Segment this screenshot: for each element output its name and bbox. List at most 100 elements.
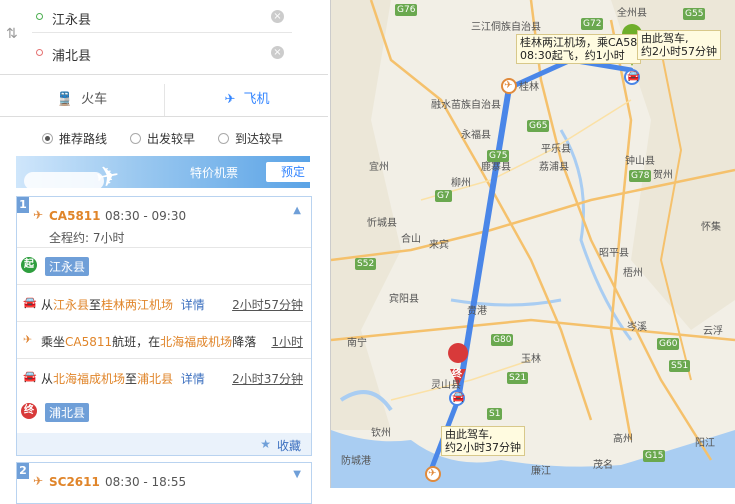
place-label: 合山 (401, 234, 421, 245)
road-shield: S52 (355, 258, 377, 270)
transport-tabs: 🚆 火车 ✈ 飞机 (0, 84, 328, 117)
swap-icon[interactable]: ⇅ (6, 26, 18, 42)
road-shield: S51 (669, 360, 691, 372)
book-button[interactable]: 预定 (266, 162, 310, 182)
option-early-departure[interactable]: 出发较早 (130, 130, 195, 147)
place-label: 宜州 (369, 162, 389, 173)
callout-line: 由此驾车, (641, 32, 689, 45)
place-label: 怀集 (701, 222, 721, 233)
expand-icon[interactable]: ▼ (293, 469, 301, 480)
place-label: 茂名 (593, 460, 613, 471)
step-duration[interactable]: 2小时57分钟 (232, 296, 303, 313)
road-shield: G78 (629, 170, 652, 182)
place-label: 宾阳县 (389, 294, 419, 305)
radio-icon (130, 133, 141, 144)
tab-plane-label: 飞机 (243, 92, 270, 107)
plane-icon: ✈ (33, 208, 44, 222)
place-label: 玉林 (521, 354, 541, 365)
total-duration: 全程约: 7小时 (49, 231, 125, 245)
origin-text: 江永县 (52, 13, 92, 28)
flight-time: 08:30 - 09:30 (105, 209, 187, 223)
option-label: 推荐路线 (59, 132, 108, 146)
place-label: 防城港 (341, 456, 371, 467)
flight-number: CA5811 (49, 209, 101, 223)
tab-plane[interactable]: ✈ 飞机 (165, 84, 329, 116)
road-shield: G76 (395, 4, 418, 16)
car-icon[interactable]: 🚘 (452, 392, 464, 403)
place-label: 平乐县 (541, 144, 571, 155)
origin-field[interactable]: 江永县 × (32, 2, 292, 33)
radio-icon (218, 133, 229, 144)
place-label: 柳州 (451, 178, 471, 189)
car-icon[interactable]: 🚘 (627, 71, 639, 82)
airplane-image-icon: ✈ (93, 158, 123, 188)
detail-link[interactable]: 详情 (181, 298, 205, 312)
place-label: 永福县 (461, 130, 491, 141)
radio-icon (42, 133, 53, 144)
detail-link[interactable]: 详情 (181, 372, 205, 386)
sort-options: 推荐路线 出发较早 到达较早 (0, 124, 328, 150)
option-early-arrival[interactable]: 到达较早 (218, 130, 283, 147)
route-panel: ⇅ 江永县 × 浦北县 × 🚆 火车 ✈ 飞机 推荐路线 出发较早 到达较早 ✈ 特… (0, 0, 331, 504)
place-label: 钟山县 (625, 156, 655, 167)
place-label: 高州 (613, 434, 633, 445)
collapse-icon[interactable]: ▲ (293, 205, 301, 216)
place-label: 南宁 (347, 338, 367, 349)
step-text: 乘坐CA5811航班，在北海福成机场降落 (41, 335, 257, 349)
road-shield: G80 (491, 334, 514, 346)
clear-icon[interactable]: × (271, 10, 284, 23)
cloud-decoration (24, 172, 104, 188)
place-label: 融水苗族自治县 (431, 100, 501, 111)
step-duration[interactable]: 1小时 (271, 333, 303, 350)
start-stop: 起 江永县 (17, 249, 311, 283)
banner-text: 特价机票 (190, 166, 239, 180)
step-drive-1: 🚘 从江永县至桂林两江机场 详情 2小时57分钟 (17, 284, 311, 321)
place-label: 忻城县 (367, 218, 397, 229)
road-shield: S1 (487, 408, 503, 420)
option-recommended[interactable]: 推荐路线 (42, 130, 107, 147)
road-shield: G72 (581, 18, 604, 30)
airport-callout: 桂林两江机场，乘CA58 08:30起飞，约1小时 (516, 34, 642, 64)
flight-number[interactable]: SC2611 (49, 475, 100, 489)
map-canvas (331, 0, 735, 488)
cheap-ticket-banner[interactable]: ✈ 特价机票 预定 (16, 156, 310, 188)
favorite-link[interactable]: 收藏 (277, 437, 301, 454)
road-shield: G65 (527, 120, 550, 132)
drive-callout-2: 由此驾车, 约2小时37分钟 (441, 426, 525, 456)
route-index: 2 (17, 463, 29, 479)
road-shield: G75 (487, 150, 510, 162)
place-label: 贵港 (467, 306, 487, 317)
start-badge: 起 (21, 257, 37, 273)
car-icon: 🚘 (23, 370, 37, 383)
step-flight: ✈ 乘坐CA5811航班，在北海福成机场降落 1小时 (17, 321, 311, 358)
tab-train-label: 火车 (81, 92, 108, 107)
origin-destination-box: ⇅ 江永县 × 浦北县 × (0, 0, 328, 75)
place-label: 云浮 (703, 326, 723, 337)
flight-header[interactable]: ✈ CA5811 08:30 - 09:30 全程约: 7小时 ▲ (17, 197, 311, 248)
destination-dot-icon (36, 49, 43, 56)
airport-icon[interactable]: ✈ (504, 80, 512, 91)
map-view[interactable]: 起 终 ✈ ✈ 🚘 🚘 三江侗族自治县 桂林 融水苗族自治县 永福县 平乐县 荔… (331, 0, 735, 488)
step-duration[interactable]: 2小时37分钟 (232, 370, 303, 387)
callout-line: 由此驾车, (445, 428, 493, 441)
end-badge: 终 (21, 403, 37, 419)
route-card: 1 ✈ CA5811 08:30 - 09:30 全程约: 7小时 ▲ 起 江永… (16, 196, 312, 456)
place-label: 三江侗族自治县 (471, 22, 541, 33)
destination-field[interactable]: 浦北县 × (32, 38, 292, 68)
place-label: 桂林 (519, 82, 539, 93)
train-icon: 🚆 (56, 92, 74, 107)
airport-icon[interactable]: ✈ (428, 468, 436, 479)
road-shield: G15 (643, 450, 666, 462)
place-label: 来宾 (429, 240, 449, 251)
drive-callout-1: 由此驾车, 约2小时57分钟 (637, 30, 721, 60)
place-label: 全州县 (617, 8, 647, 19)
option-label: 出发较早 (147, 132, 196, 146)
car-icon: 🚘 (23, 296, 37, 309)
road-shield: G7 (435, 190, 452, 202)
clear-icon[interactable]: × (271, 46, 284, 59)
road-shield: G60 (657, 338, 680, 350)
place-label: 昭平县 (599, 248, 629, 259)
star-icon[interactable]: ★ (260, 437, 271, 451)
origin-dot-icon (36, 13, 43, 20)
tab-train[interactable]: 🚆 火车 (0, 84, 165, 116)
